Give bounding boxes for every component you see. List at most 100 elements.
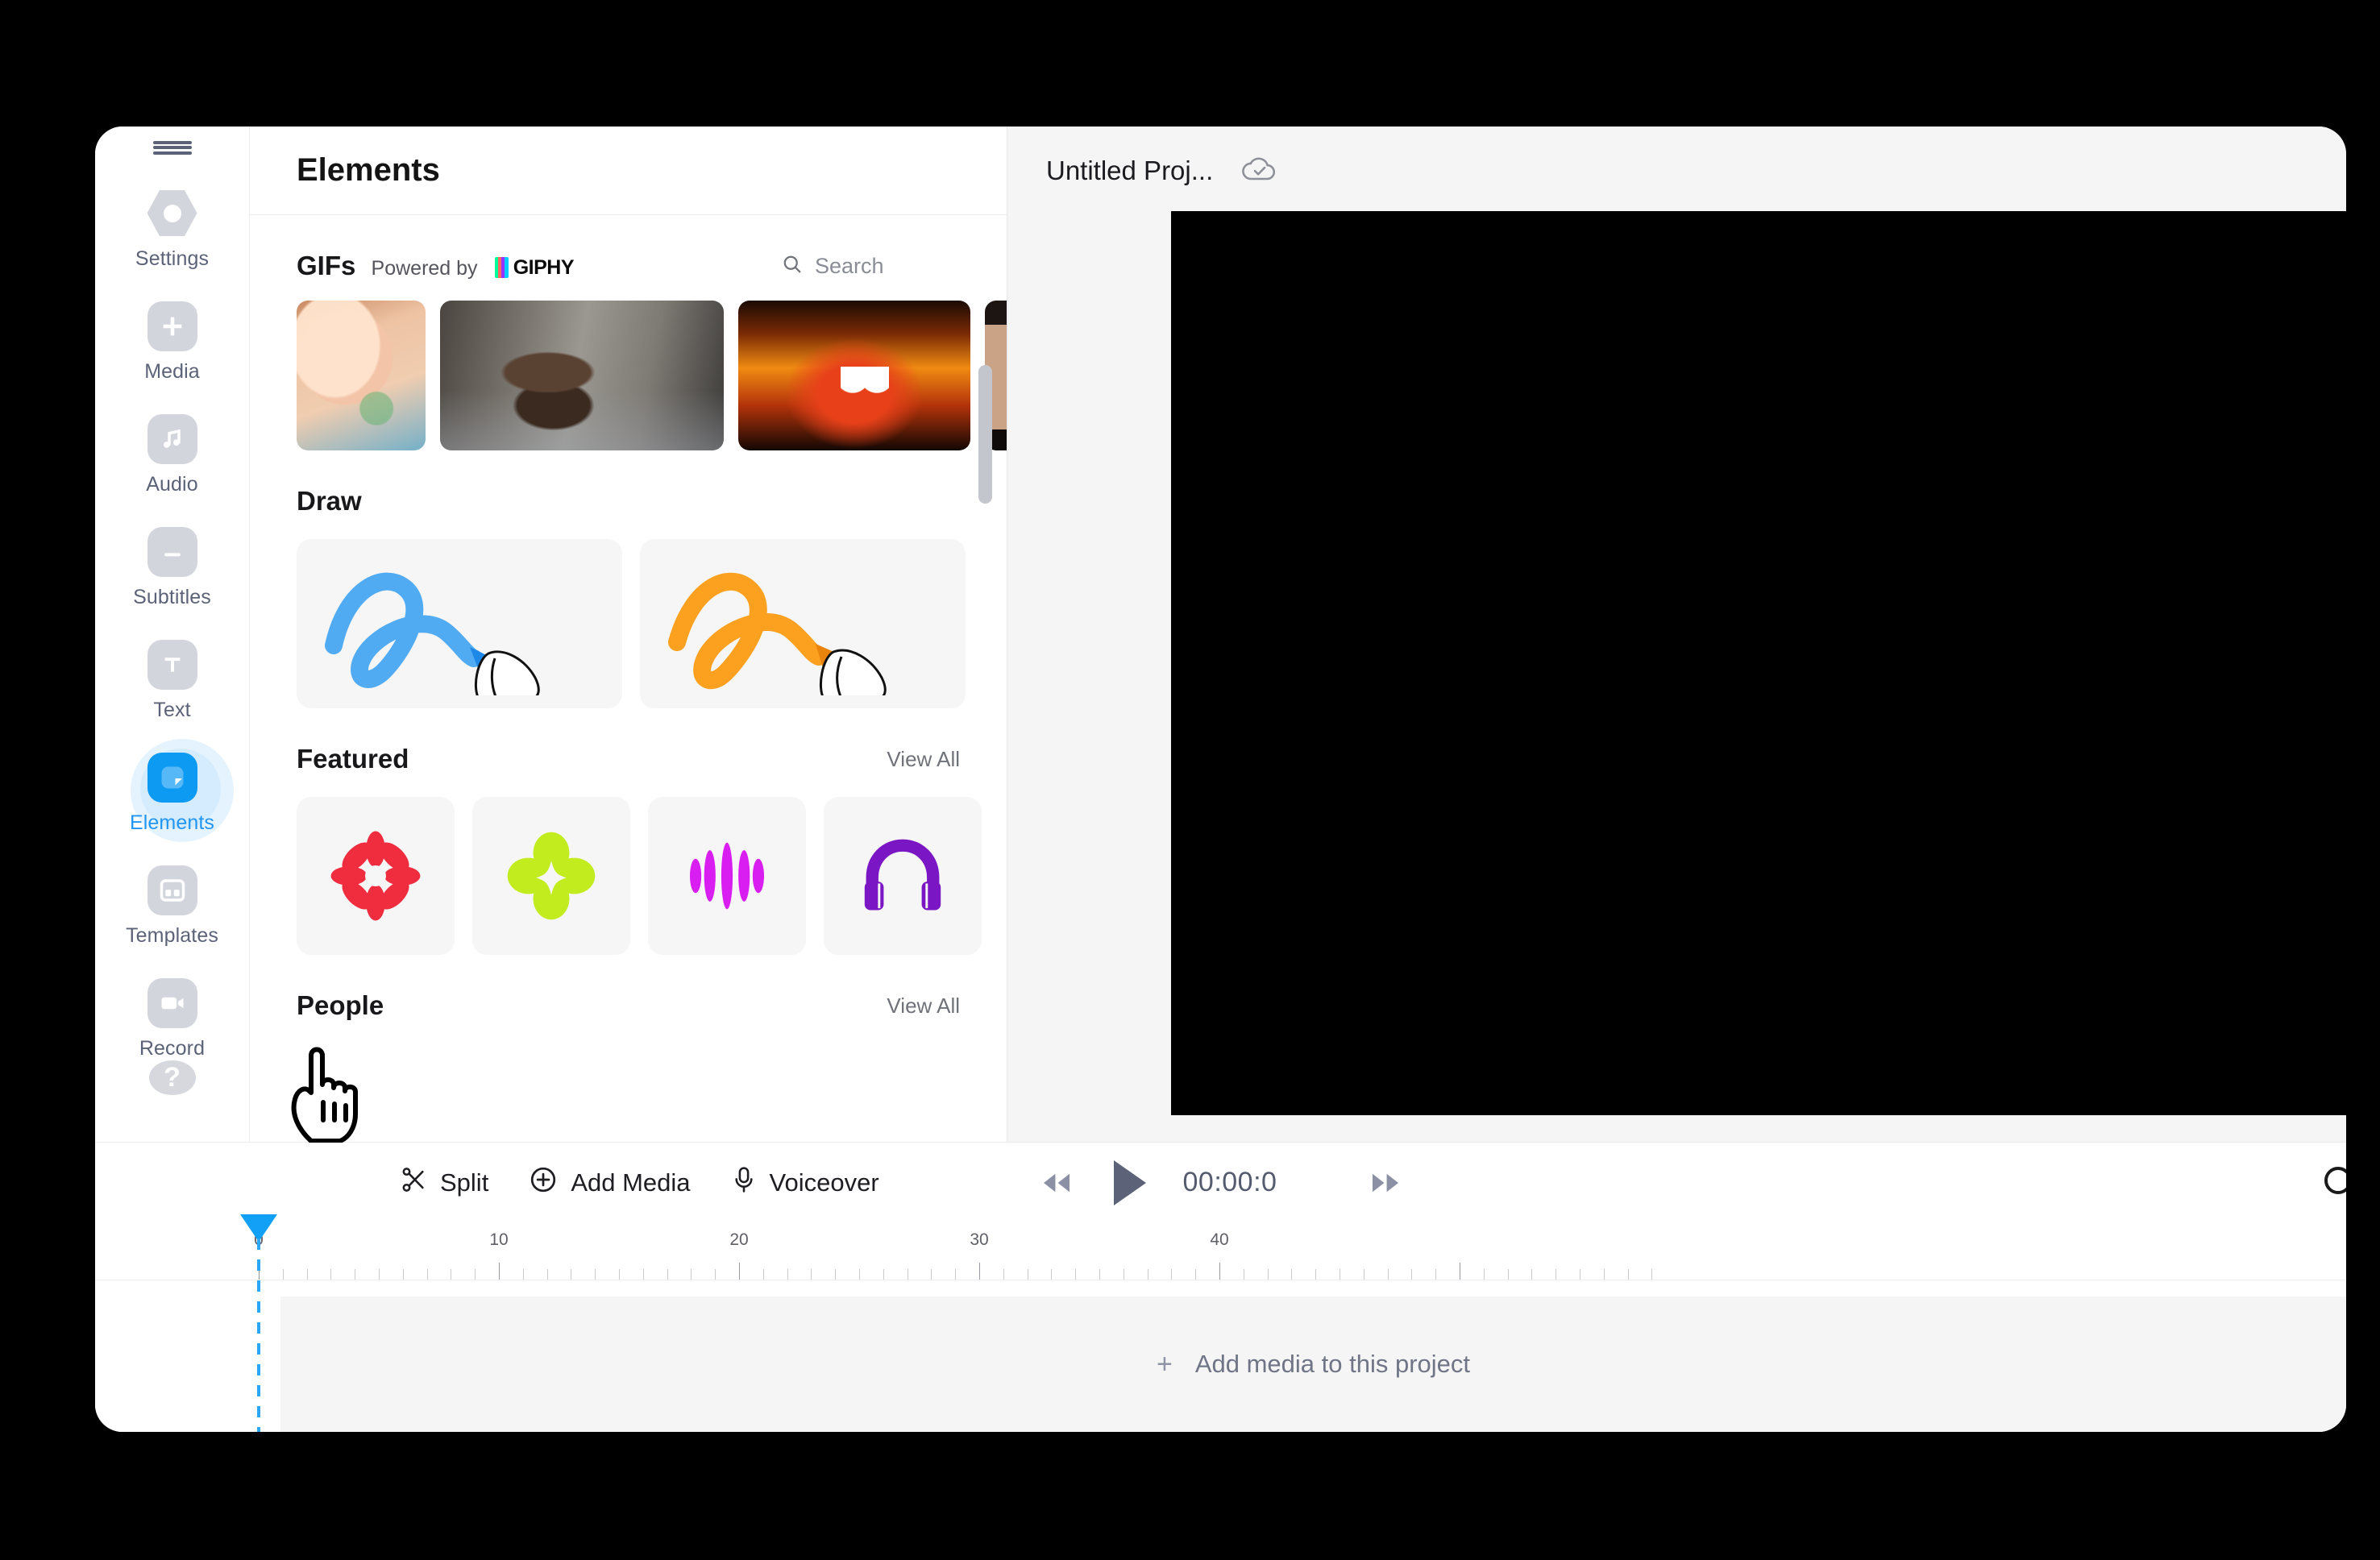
ruler-tick-label: 40: [1210, 1230, 1229, 1249]
ruler-tick: [1195, 1269, 1197, 1280]
hamburger-menu-icon[interactable]: [152, 138, 192, 158]
scissors-icon: [400, 1166, 427, 1200]
ruler-tick: [1603, 1269, 1605, 1280]
search-input[interactable]: [815, 253, 960, 279]
sidebar-item-subtitles[interactable]: Subtitles: [95, 526, 249, 609]
giphy-bars-icon: [494, 257, 509, 279]
ruler-tick: [522, 1269, 524, 1280]
timeline-track-area[interactable]: + Add media to this project: [95, 1280, 2346, 1432]
timeline[interactable]: 010203040 + Add media to this project: [95, 1214, 2346, 1432]
add-media-dropzone[interactable]: + Add media to this project: [280, 1297, 2346, 1432]
featured-section-header: Featured View All: [297, 708, 960, 774]
plus-icon: +: [1156, 1348, 1173, 1380]
ruler-tick: [642, 1269, 644, 1280]
sidebar-item-elements[interactable]: Elements: [95, 738, 249, 842]
editor-toolbar: Split Add Media Voiceover 00:00:0: [95, 1142, 2346, 1222]
ruler-tick: [379, 1269, 380, 1280]
gif-thumbnail-3[interactable]: [738, 301, 970, 450]
project-title[interactable]: Untitled Proj...: [1046, 156, 1213, 186]
headphones-sticker[interactable]: [824, 797, 982, 955]
draw-marker-orange[interactable]: [640, 539, 966, 708]
ruler-tick: [1651, 1269, 1653, 1280]
toolbar-right-group: [2322, 1164, 2346, 1201]
playhead-line: [257, 1238, 260, 1432]
ruler-tick: [1315, 1269, 1317, 1280]
giphy-logo: GIPHY: [494, 256, 575, 280]
ruler-tick: [402, 1269, 404, 1280]
people-view-all-link[interactable]: View All: [887, 994, 960, 1019]
waveform-sticker[interactable]: [648, 797, 806, 955]
search-icon: [781, 253, 804, 280]
sparkle-sticker[interactable]: [472, 797, 630, 955]
gif-thumbnail-1[interactable]: [297, 301, 426, 450]
voiceover-button[interactable]: Voiceover: [731, 1165, 879, 1201]
draw-section-title: Draw: [297, 486, 362, 516]
ruler-tick: [762, 1269, 764, 1280]
people-section-header: People View All: [297, 955, 960, 1021]
ruler-tick: [667, 1269, 668, 1280]
editor-upper-region: Settings Media Audio Subtitles Text Elem…: [95, 127, 2346, 1143]
toolbar-left-group: Split Add Media Voiceover: [400, 1165, 879, 1201]
gifs-powered-by-text: Powered by: [371, 257, 478, 280]
hamburger-bar: [152, 146, 192, 150]
panel-scroll-body[interactable]: GIFs Powered by GIPHY Search Draw Featur…: [250, 215, 1007, 1142]
voiceover-label: Voiceover: [769, 1168, 879, 1197]
ruler-tick: [330, 1269, 332, 1280]
ruler-tick: [883, 1269, 884, 1280]
left-navigation-rail: Settings Media Audio Subtitles Text Elem…: [95, 127, 250, 1142]
flower-sticker[interactable]: [297, 797, 455, 955]
ruler-tick: [955, 1269, 957, 1280]
sidebar-item-audio[interactable]: Audio: [95, 413, 249, 496]
page-title: Elements: [297, 152, 440, 188]
rewind-icon[interactable]: [1040, 1170, 1074, 1196]
sidebar-item-templates[interactable]: Templates: [95, 865, 249, 948]
ruler-tick: [1267, 1269, 1269, 1280]
sidebar-item-media[interactable]: Media: [95, 301, 249, 384]
featured-view-all-link[interactable]: View All: [887, 747, 960, 772]
play-icon[interactable]: [1106, 1157, 1151, 1209]
fast-forward-icon[interactable]: [1369, 1170, 1402, 1196]
panel-header: Elements: [250, 127, 1007, 215]
sidebar-item-label: Text: [153, 698, 191, 721]
ruler-tick: [931, 1269, 932, 1280]
sidebar-item-label: Subtitles: [133, 585, 211, 608]
ruler-tick: [595, 1269, 596, 1280]
add-media-button[interactable]: Add Media: [529, 1165, 691, 1201]
draw-marker-blue[interactable]: [297, 539, 622, 708]
ruler-tick: [1507, 1269, 1509, 1280]
ruler-tick: [426, 1269, 428, 1280]
gif-thumbnail-row[interactable]: [297, 301, 1007, 450]
help-icon[interactable]: ?: [148, 1060, 196, 1095]
ruler-tick-label: 10: [489, 1230, 509, 1249]
ruler-tick: [546, 1269, 548, 1280]
ruler-tick: [499, 1263, 500, 1280]
split-button[interactable]: Split: [400, 1166, 488, 1200]
timeline-ruler[interactable]: 010203040: [95, 1222, 2346, 1280]
video-preview-frame[interactable]: [1171, 211, 2346, 1115]
ruler-tick: [1219, 1263, 1220, 1280]
clipped-circle-icon[interactable]: [2322, 1164, 2346, 1201]
sidebar-item-label: Media: [144, 359, 200, 383]
ruler-tick: [739, 1263, 740, 1280]
subtitles-icon: [147, 526, 197, 577]
plus-circle-icon: [529, 1165, 558, 1201]
ruler-tick: [835, 1269, 837, 1280]
panel-scrollbar-thumb[interactable]: [978, 365, 992, 504]
ruler-tick: [1627, 1269, 1629, 1280]
cloud-check-icon[interactable]: [1240, 155, 1279, 188]
ruler-tick: [1003, 1269, 1004, 1280]
help-label: ?: [164, 1061, 181, 1093]
ruler-tick: [1099, 1269, 1100, 1280]
sidebar-item-settings[interactable]: Settings: [95, 189, 249, 271]
sidebar-item-text[interactable]: Text: [95, 639, 249, 722]
gif-thumbnail-2[interactable]: [440, 301, 724, 450]
gif-search[interactable]: [781, 253, 960, 280]
sidebar-item-record[interactable]: Record: [95, 977, 249, 1060]
video-camera-icon: [147, 977, 197, 1028]
ruler-tick: [1075, 1269, 1077, 1280]
sidebar-item-label: Audio: [146, 472, 198, 496]
sidebar-item-label: Record: [139, 1036, 206, 1060]
ruler-tick-label: 20: [729, 1230, 749, 1249]
ruler-tick: [475, 1269, 476, 1280]
text-t-icon: [147, 639, 197, 690]
